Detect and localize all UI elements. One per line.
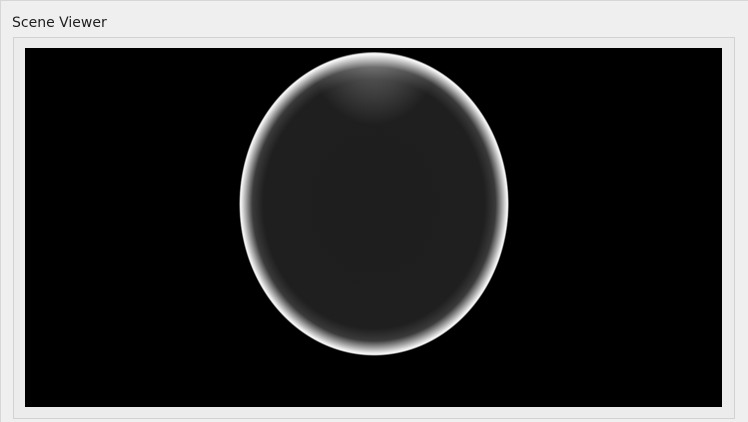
- render-viewport[interactable]: [25, 48, 722, 407]
- group-title: Scene Viewer: [12, 15, 107, 31]
- sphere-highlight: [239, 52, 509, 356]
- scene-viewer-window: Scene Viewer: [0, 0, 748, 422]
- scene-render: [239, 52, 509, 356]
